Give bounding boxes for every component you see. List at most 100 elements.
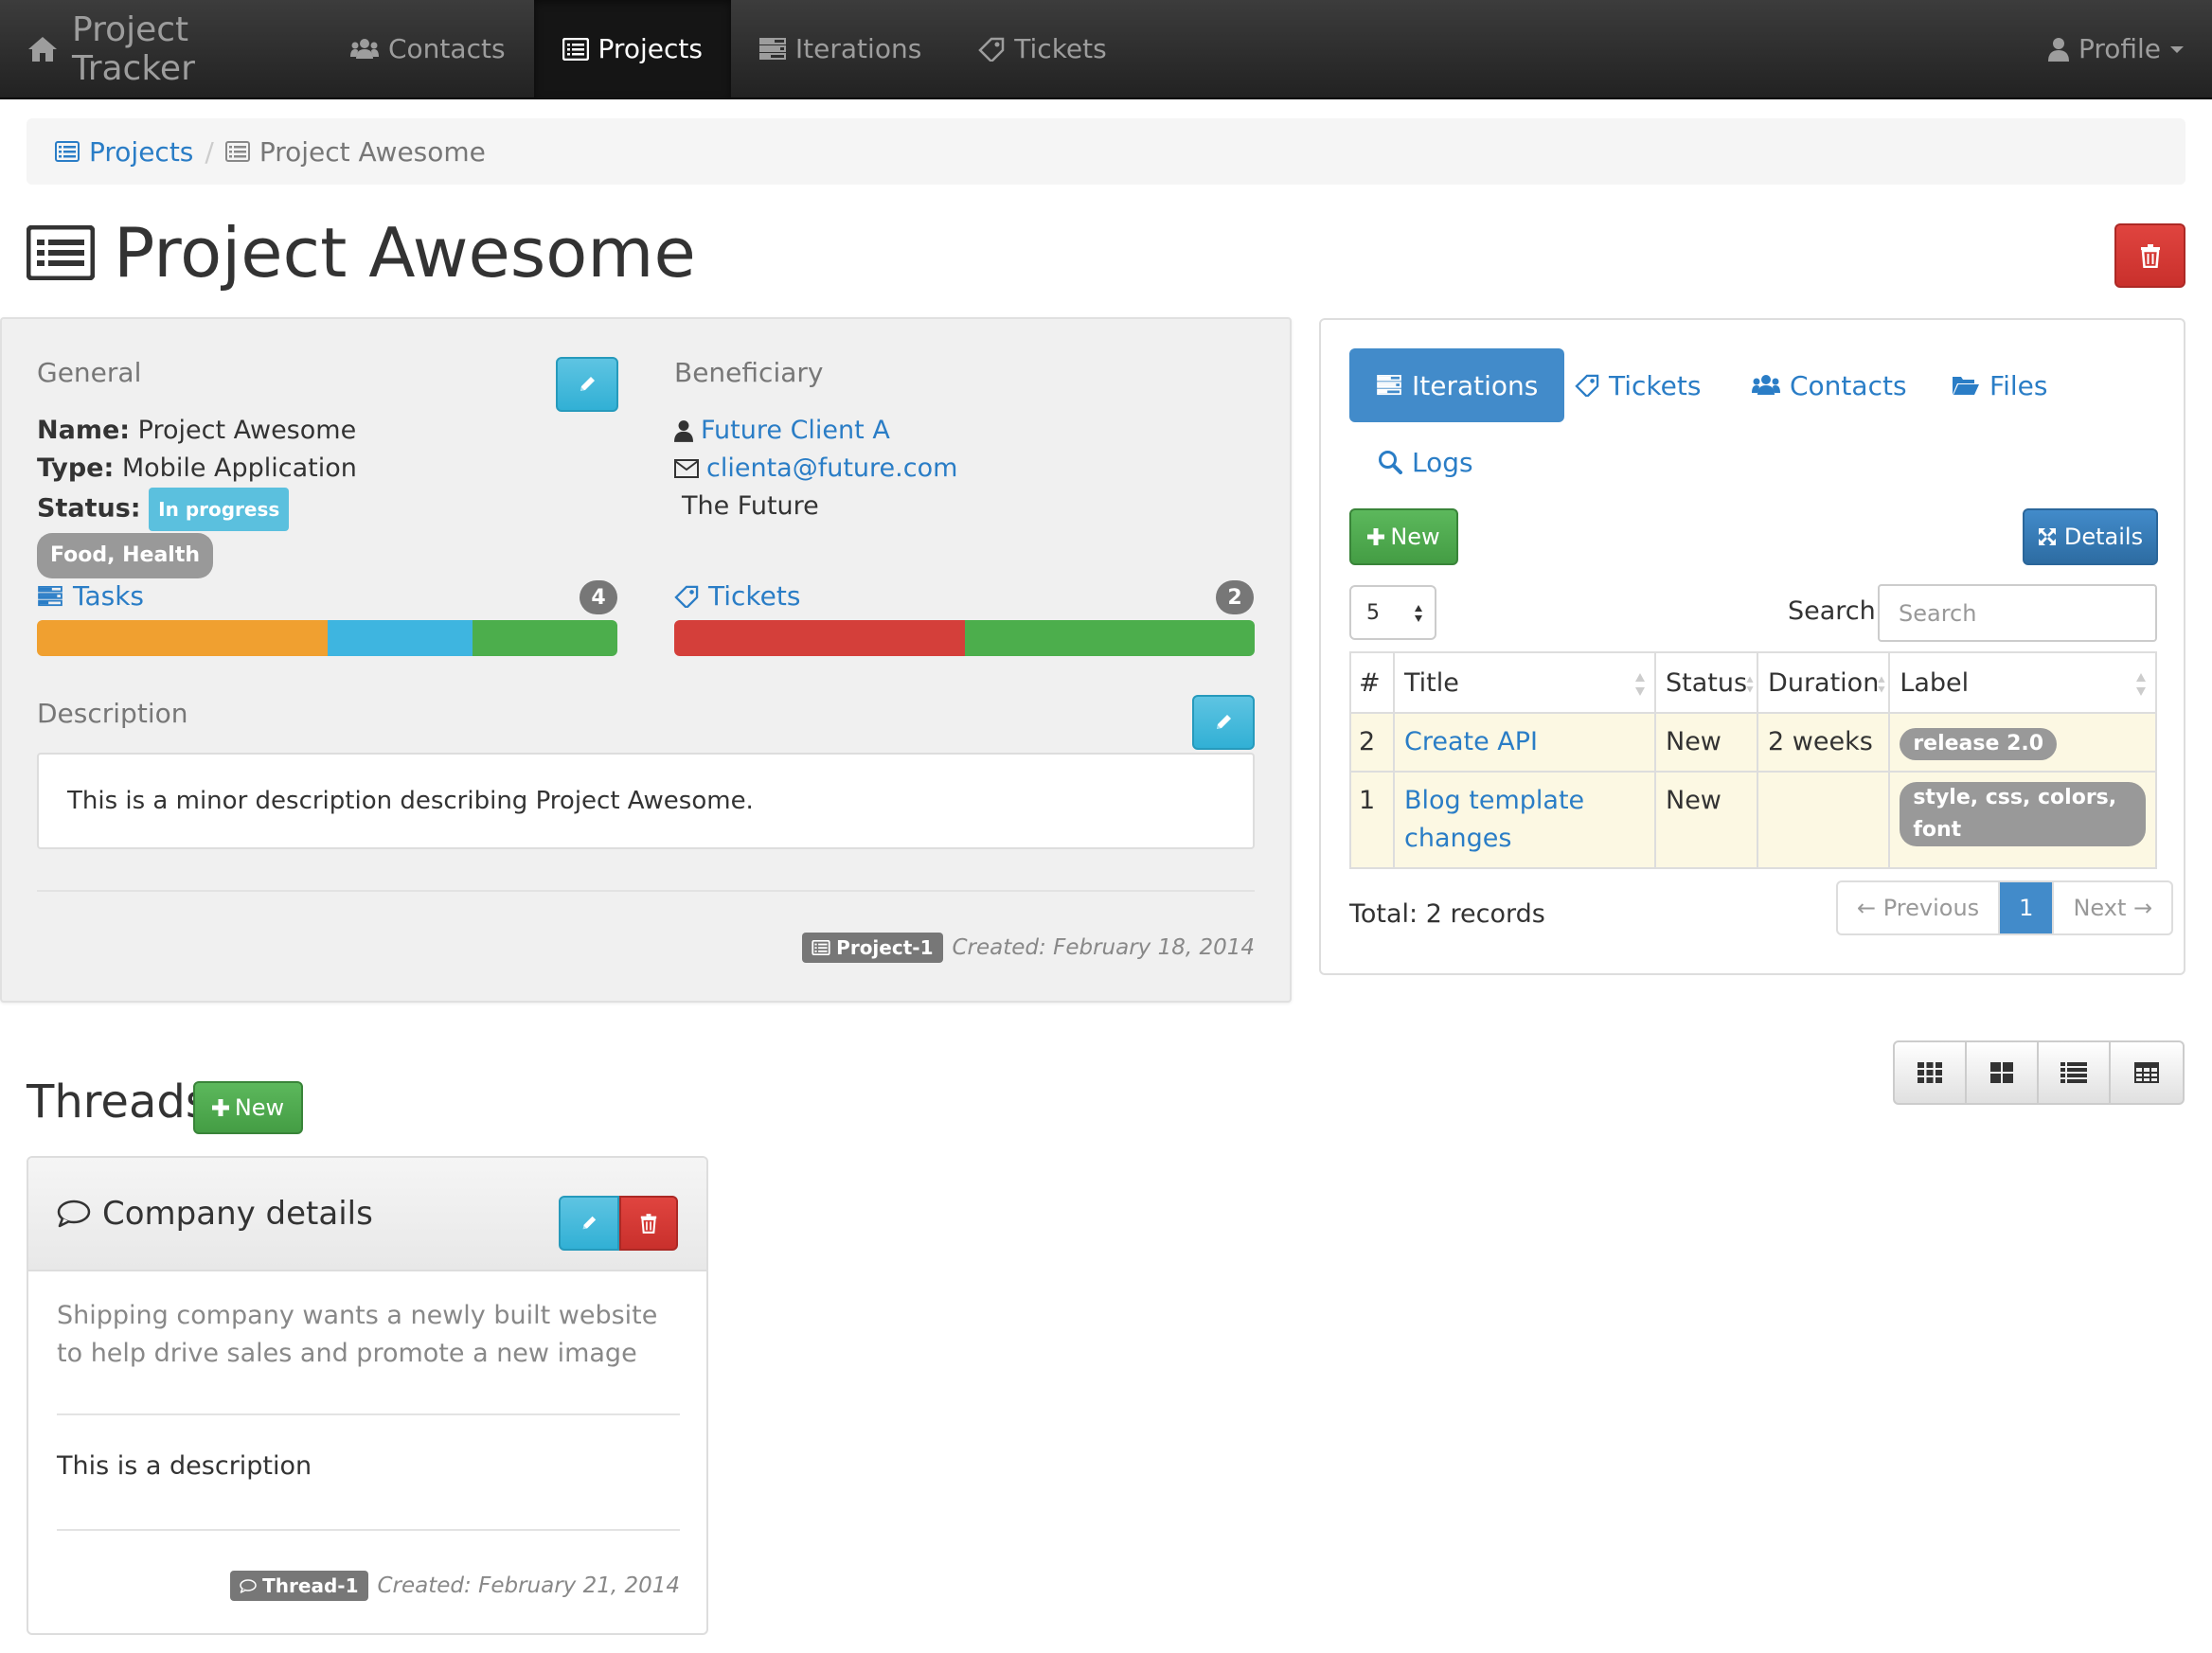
column-header-duration[interactable]: Duration (1757, 651, 1891, 714)
view-table-button[interactable] (2111, 1042, 2183, 1103)
new-iteration-button[interactable]: New (1349, 508, 1458, 565)
breadcrumb-separator: / (205, 135, 214, 168)
edit-description-button[interactable] (1192, 695, 1255, 750)
tab-contacts[interactable]: Contacts (1725, 348, 1934, 422)
divider (37, 890, 1255, 892)
user-icon (2047, 37, 2069, 62)
thread-summary: Shipping company wants a newly built web… (57, 1301, 658, 1368)
delete-thread-button[interactable] (619, 1196, 678, 1251)
row-number: 1 (1349, 771, 1395, 869)
tab-tickets[interactable]: Tickets (1548, 348, 1727, 422)
table-icon (2134, 1062, 2159, 1083)
envelope-icon (674, 459, 699, 478)
divider (57, 1413, 680, 1415)
sort-icon (2134, 670, 2148, 699)
status-badge: In progress (149, 488, 290, 531)
name-label: Name: (37, 416, 131, 445)
tab-iterations[interactable]: Iterations (1349, 348, 1565, 422)
nav-contacts[interactable]: Contacts (322, 0, 534, 98)
nav-projects[interactable]: Projects (533, 0, 731, 98)
column-header-number-label: # (1359, 667, 1381, 698)
tab-files[interactable]: Files (1925, 348, 2074, 422)
thread-meta: Thread-1 Created: February 21, 2014 (230, 1571, 680, 1601)
list-alt-icon (812, 940, 830, 955)
tag-icon (674, 585, 699, 608)
breadcrumb-projects-link[interactable]: Projects (55, 136, 193, 168)
column-header-label[interactable]: Label (1888, 651, 2157, 714)
edit-thread-button[interactable] (559, 1196, 619, 1251)
tasks-link[interactable]: Tasks (37, 580, 144, 612)
threads-heading: Threads (27, 1075, 209, 1129)
column-header-number[interactable]: # (1349, 651, 1395, 714)
project-id: Project-1 (836, 936, 934, 959)
beneficiary-location: The Future (682, 491, 819, 521)
list-alt-icon (224, 141, 250, 162)
view-list-button[interactable] (2039, 1042, 2111, 1103)
iterations-panel: Iterations Tickets Contacts Files Logs N… (1319, 318, 2185, 975)
description-text: This is a minor description describing P… (67, 787, 754, 815)
nav-tickets[interactable]: Tickets (950, 0, 1134, 98)
profile-dropdown[interactable]: Profile (2047, 33, 2212, 64)
type-label: Type: (37, 453, 115, 483)
edit-general-button[interactable] (556, 357, 618, 412)
breadcrumb-current: Project Awesome (224, 135, 486, 168)
grid-small-icon (1918, 1062, 1942, 1083)
row-duration: 2 weeks (1757, 712, 1891, 773)
iteration-title-link[interactable]: Create API (1404, 727, 1538, 756)
page-size-select[interactable]: 5 (1349, 585, 1436, 640)
column-header-title[interactable]: Title (1393, 651, 1656, 714)
row-number: 2 (1349, 712, 1395, 773)
project-name-row: Name: Project Awesome (37, 412, 357, 450)
new-thread-button[interactable]: New (193, 1081, 303, 1134)
iteration-title-link[interactable]: Blog template changes (1404, 786, 1584, 853)
pencil-icon (580, 1215, 598, 1232)
plus-icon (211, 1099, 229, 1116)
list-icon (2060, 1062, 2087, 1083)
nav-tickets-label: Tickets (1014, 33, 1107, 64)
project-created: Created: February 18, 2014 (952, 935, 1256, 960)
users-icon (1752, 374, 1780, 397)
comment-icon (57, 1200, 91, 1228)
user-icon (674, 419, 693, 442)
previous-page-button[interactable]: ← Previous (1838, 882, 2001, 933)
thread-header: Company details (28, 1158, 706, 1271)
beneficiary-email-link[interactable]: clienta@future.com (706, 450, 957, 488)
breadcrumb: Projects / Project Awesome (27, 118, 2185, 185)
breadcrumb-current-label: Project Awesome (259, 135, 486, 168)
thread-id: Thread-1 (262, 1574, 359, 1597)
brand-link[interactable]: Project Tracker (0, 10, 322, 88)
iterations-table: # Title Status Duration Label 2 Create A… (1349, 651, 2157, 869)
search-input[interactable] (1878, 584, 2157, 642)
nav-iterations-label: Iterations (794, 33, 922, 64)
profile-label: Profile (2078, 33, 2161, 64)
pencil-icon (578, 375, 597, 394)
thread-actions (559, 1196, 678, 1251)
tickets-link[interactable]: Tickets (674, 580, 800, 612)
delete-project-button[interactable] (2114, 223, 2185, 288)
tab-logs[interactable]: Logs (1349, 425, 1500, 499)
details-button[interactable]: Details (2023, 508, 2158, 565)
project-tags: Food, Health (37, 533, 214, 578)
project-type: Mobile Application (121, 453, 357, 483)
beneficiary-name-link[interactable]: Future Client A (701, 412, 890, 450)
page-1-button[interactable]: 1 (2000, 882, 2055, 933)
tickets-count-badge: 2 (1216, 580, 1254, 614)
folder-open-icon (1952, 374, 1980, 397)
trash-icon (640, 1213, 657, 1234)
column-header-title-label: Title (1404, 667, 1459, 698)
nav-iterations[interactable]: Iterations (731, 0, 950, 98)
view-grid-button[interactable] (1967, 1042, 2039, 1103)
tickets-progress-segment (674, 620, 965, 656)
column-header-status[interactable]: Status (1653, 651, 1759, 714)
tasks-count-badge: 4 (580, 580, 617, 614)
list-alt-icon (55, 141, 80, 162)
thread-description: This is a description (57, 1451, 312, 1481)
table-header-row: # Title Status Duration Label (1349, 651, 2157, 714)
search-label: Search: (1788, 596, 1884, 626)
row-status: New (1653, 712, 1759, 773)
beneficiary-heading: Beneficiary (674, 357, 824, 388)
tickets-progress-segment (964, 620, 1255, 656)
fullscreen-icon (2038, 527, 2057, 546)
view-large-grid-button[interactable] (1895, 1042, 1967, 1103)
next-page-button[interactable]: Next → (2054, 882, 2171, 933)
